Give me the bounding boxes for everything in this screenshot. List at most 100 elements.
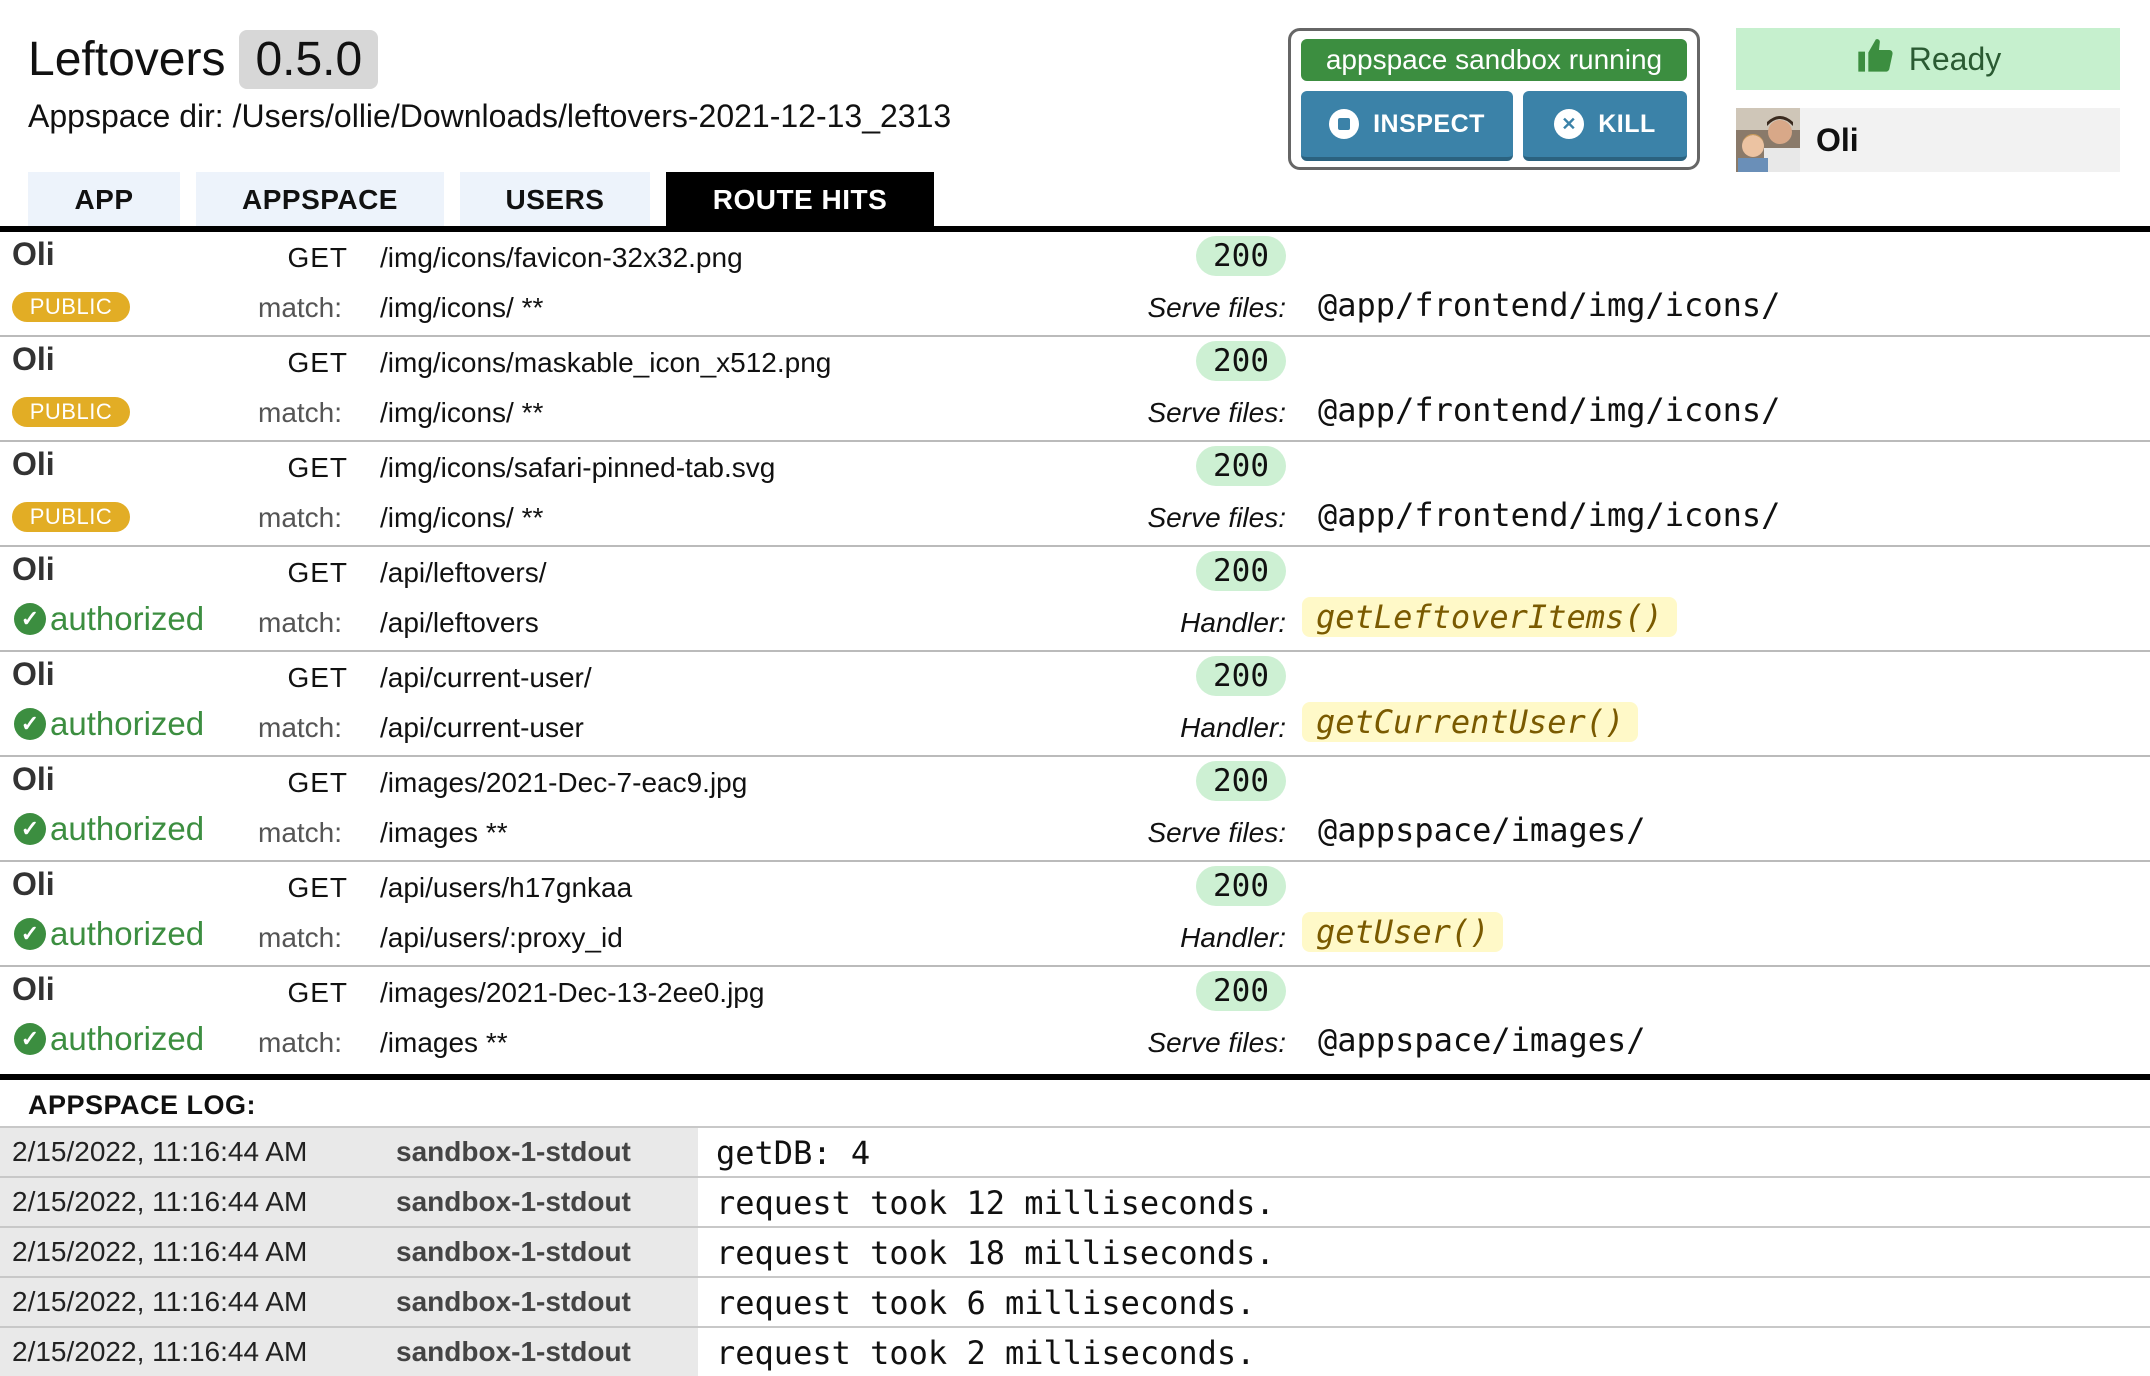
target-label: Handler: — [1180, 712, 1286, 743]
thumbs-up-icon — [1855, 35, 1895, 83]
match-path: /img/icons/ ** — [380, 502, 544, 533]
log-message: request took 18 milliseconds. — [716, 1234, 1275, 1272]
authorized-label: authorized — [50, 1020, 205, 1057]
sandbox-panel: appspace sandbox running INSPECT ✕ KILL — [1288, 28, 1700, 170]
tab-app[interactable]: APP — [28, 172, 180, 228]
user-name: Oli — [1816, 121, 1859, 158]
route-hits-list: Oli GET /img/icons/favicon-32x32.png 200… — [0, 232, 2150, 1071]
log-divider — [0, 1074, 2150, 1080]
ready-status[interactable]: Ready — [1736, 28, 2120, 90]
ready-label: Ready — [1908, 40, 2002, 77]
status-badge: 200 — [1196, 551, 1286, 591]
kill-button[interactable]: ✕ KILL — [1523, 91, 1687, 161]
log-source: sandbox-1-stdout — [396, 1336, 631, 1367]
match-path: /api/users/:proxy_id — [380, 922, 623, 953]
route-hit-row: Oli GET /api/current-user/ 200 ✓ authori… — [0, 652, 2150, 757]
status-badge: 200 — [1196, 341, 1286, 381]
serve-files-path: @app/frontend/img/icons/ — [1318, 496, 1781, 534]
log-source: sandbox-1-stdout — [396, 1236, 631, 1267]
hit-path: /images/2021-Dec-13-2ee0.jpg — [380, 977, 765, 1008]
target-label: Handler: — [1180, 607, 1286, 638]
target-label: Handler: — [1180, 922, 1286, 953]
sandbox-status: appspace sandbox running — [1301, 39, 1687, 81]
log-message: request took 12 milliseconds. — [716, 1184, 1275, 1222]
hit-user: Oli — [12, 866, 55, 902]
log-message: request took 2 milliseconds. — [716, 1334, 1256, 1372]
appspace-dir: Appspace dir: /Users/ollie/Downloads/lef… — [28, 98, 952, 134]
public-badge: PUBLIC — [12, 397, 130, 427]
check-circle-icon: ✓ — [14, 918, 46, 950]
x-circle-icon: ✕ — [1554, 109, 1585, 139]
hit-user: Oli — [12, 236, 55, 272]
tab-route-hits[interactable]: ROUTE HITS — [666, 172, 934, 228]
log-source: sandbox-1-stdout — [396, 1286, 631, 1317]
hit-method: GET — [287, 767, 348, 798]
target-label: Serve files: — [1147, 292, 1287, 323]
inspect-button[interactable]: INSPECT — [1301, 91, 1513, 161]
match-label: match: — [258, 817, 343, 848]
match-label: match: — [258, 397, 343, 428]
hit-method: GET — [287, 557, 348, 588]
serve-files-path: @app/frontend/img/icons/ — [1318, 391, 1781, 429]
serve-files-path: @appspace/images/ — [1318, 811, 1646, 849]
authorized-badge: ✓ authorized — [14, 1020, 204, 1058]
handler-name: getLeftoverItems() — [1302, 597, 1677, 637]
log-entry: 2/15/2022, 11:16:44 AM sandbox-1-stdout … — [0, 1326, 2150, 1376]
serve-files-path: @app/frontend/img/icons/ — [1318, 286, 1781, 324]
check-circle-icon: ✓ — [14, 1023, 46, 1055]
match-path: /api/current-user — [380, 712, 584, 743]
target-label: Serve files: — [1147, 502, 1287, 533]
authorized-label: authorized — [50, 600, 205, 637]
hit-path: /api/leftovers/ — [380, 557, 547, 588]
match-label: match: — [258, 712, 343, 743]
public-badge: PUBLIC — [12, 292, 130, 322]
hit-method: GET — [287, 872, 348, 903]
status-badge: 200 — [1196, 866, 1286, 906]
target-label: Serve files: — [1147, 817, 1287, 848]
authorized-badge: ✓ authorized — [14, 600, 204, 638]
hit-method: GET — [287, 242, 348, 273]
handler-name: getUser() — [1302, 912, 1504, 952]
route-hit-row: Oli GET /img/icons/safari-pinned-tab.svg… — [0, 442, 2150, 547]
match-path: /images ** — [380, 817, 508, 848]
hit-method: GET — [287, 977, 348, 1008]
log-message: getDB: 4 — [716, 1134, 871, 1172]
route-hit-row: Oli GET /api/users/h17gnkaa 200 ✓ author… — [0, 862, 2150, 967]
hit-path: /img/icons/maskable_icon_x512.png — [380, 347, 832, 378]
status-badge: 200 — [1196, 761, 1286, 801]
hit-method: GET — [287, 452, 348, 483]
log-entry: 2/15/2022, 11:16:44 AM sandbox-1-stdout … — [0, 1176, 2150, 1226]
current-user[interactable]: Oli — [1736, 108, 2120, 172]
match-label: match: — [258, 607, 343, 638]
log-entry: 2/15/2022, 11:16:44 AM sandbox-1-stdout … — [0, 1226, 2150, 1276]
hit-user: Oli — [12, 656, 55, 692]
avatar — [1736, 108, 1800, 172]
log-timestamp: 2/15/2022, 11:16:44 AM — [12, 1186, 308, 1217]
match-label: match: — [258, 1027, 343, 1058]
log-message: request took 6 milliseconds. — [716, 1284, 1256, 1322]
hit-user: Oli — [12, 446, 55, 482]
status-badge: 200 — [1196, 656, 1286, 696]
match-path: /images ** — [380, 1027, 508, 1058]
appspace-log: 2/15/2022, 11:16:44 AM sandbox-1-stdout … — [0, 1126, 2150, 1376]
route-hit-row: Oli GET /img/icons/favicon-32x32.png 200… — [0, 232, 2150, 337]
handler-name: getCurrentUser() — [1302, 702, 1639, 742]
kill-label: KILL — [1598, 109, 1656, 138]
authorized-badge: ✓ authorized — [14, 915, 204, 953]
public-badge: PUBLIC — [12, 502, 130, 532]
log-timestamp: 2/15/2022, 11:16:44 AM — [12, 1136, 308, 1167]
hit-method: GET — [287, 662, 348, 693]
log-source: sandbox-1-stdout — [396, 1186, 631, 1217]
authorized-label: authorized — [50, 915, 205, 952]
tab-appspace[interactable]: APPSPACE — [196, 172, 444, 228]
hit-path: /api/users/h17gnkaa — [380, 872, 633, 903]
hit-path: /img/icons/safari-pinned-tab.svg — [380, 452, 776, 483]
status-badge: 200 — [1196, 971, 1286, 1011]
match-path: /api/leftovers — [380, 607, 539, 638]
tab-users[interactable]: USERS — [460, 172, 650, 228]
route-hit-row: Oli GET /img/icons/maskable_icon_x512.pn… — [0, 337, 2150, 442]
match-path: /img/icons/ ** — [380, 292, 544, 323]
log-timestamp: 2/15/2022, 11:16:44 AM — [12, 1336, 308, 1367]
version-badge: 0.5.0 — [239, 30, 379, 89]
check-circle-icon: ✓ — [14, 603, 46, 635]
